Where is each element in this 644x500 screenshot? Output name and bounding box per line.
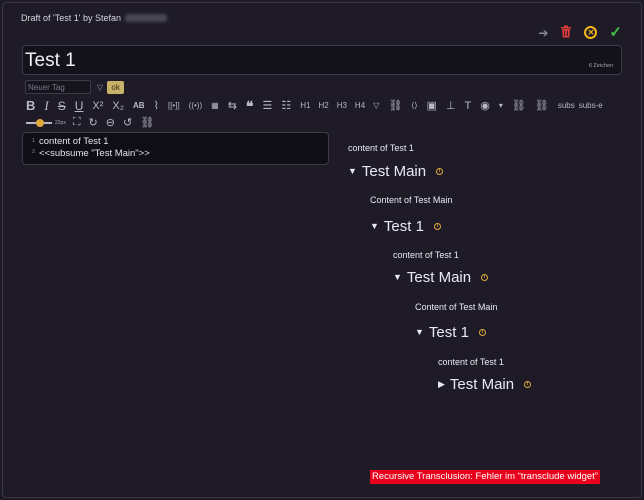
heading-label: Test Main	[406, 269, 472, 286]
preview-heading: ▼ Test 1 i	[370, 218, 441, 235]
link-chain-icon[interactable]: ⛓	[535, 99, 549, 113]
preview-heading: ▶ Test Main i	[438, 376, 532, 393]
editor-line[interactable]: content of Test 1	[39, 136, 150, 148]
size-slider[interactable]	[26, 118, 52, 128]
preview-text: content of Test 1	[348, 143, 414, 153]
heading-label: Test 1	[383, 218, 424, 235]
undo-icon[interactable]: ↺	[123, 116, 132, 129]
line-number-gutter: 1 2	[23, 136, 35, 158]
italic-button[interactable]: I	[44, 99, 48, 113]
eye-icon[interactable]: ◉	[480, 99, 490, 113]
table-icon[interactable]: ▦	[211, 99, 219, 113]
superscript-button[interactable]: X²	[92, 99, 103, 113]
code-icon[interactable]: ⟨⟩	[411, 99, 417, 113]
editor-toolbar: B I S U X² X₂ AB ⌇ [[•]] ((•)) ▦ ⇆ ❝ ☰ ☷…	[26, 99, 626, 114]
slider-knob[interactable]	[36, 118, 44, 127]
tag-ok-button[interactable]: ok	[107, 80, 125, 94]
link-chain-icon[interactable]: ⛓	[512, 99, 526, 113]
new-tag-input[interactable]: Neuer Tag	[25, 80, 91, 94]
heading1-button[interactable]: H1	[300, 99, 310, 113]
chevron-down-icon[interactable]: ▽	[373, 99, 379, 113]
caret-down-icon[interactable]: ▼	[393, 272, 402, 282]
subs-button[interactable]: subs	[558, 99, 575, 113]
transclude-icon[interactable]: ((•))	[189, 99, 202, 113]
link-icon[interactable]: ⛓	[388, 99, 402, 113]
fullscreen-icon[interactable]: ⛶	[73, 116, 81, 129]
heading3-button[interactable]: H3	[337, 99, 347, 113]
redo-icon[interactable]: ↻	[89, 116, 98, 129]
brush-icon[interactable]: ⌇	[154, 99, 159, 113]
editor-content[interactable]: content of Test 1 <<subsume "Test Main">…	[39, 136, 150, 160]
heading-label: Test Main	[449, 376, 515, 393]
title-field[interactable]: Test 1 6 Zeichen	[22, 45, 622, 75]
info-icon[interactable]: i	[478, 329, 486, 336]
smallcaps-button[interactable]: AB	[133, 99, 145, 113]
indent-icon[interactable]: ⇆	[228, 99, 237, 113]
numbered-list-icon[interactable]: ☷	[281, 99, 291, 113]
link-brackets-icon[interactable]: [[•]]	[168, 99, 180, 113]
draft-header: Draft of 'Test 1' by Stefan	[21, 13, 167, 23]
caret-down-icon[interactable]: ▼	[348, 166, 357, 176]
draft-frame	[2, 2, 642, 498]
line-number: 2	[31, 149, 35, 155]
size-label: 22px	[55, 119, 66, 126]
checkmark-icon[interactable]: ✓	[609, 25, 622, 40]
info-icon[interactable]: i	[481, 274, 489, 281]
line-number: 1	[31, 138, 35, 144]
heading-label: Test 1	[428, 324, 469, 341]
cancel-icon[interactable]: ✕	[584, 26, 598, 39]
arrow-right-icon[interactable]: ➔	[538, 26, 548, 40]
bullet-list-icon[interactable]: ☰	[262, 99, 272, 113]
chevron-down-icon[interactable]: ▽	[97, 83, 103, 92]
editor-line[interactable]: <<subsume "Test Main">>	[39, 148, 150, 160]
redacted-name	[124, 14, 167, 22]
heading2-button[interactable]: H2	[318, 99, 328, 113]
caret-down-icon[interactable]: ▼	[415, 327, 424, 337]
preview-text: Content of Test Main	[370, 195, 453, 205]
image-icon[interactable]: ▣	[427, 99, 437, 113]
draft-label: Draft of 'Test 1' by Stefan	[21, 13, 121, 23]
zoom-out-icon[interactable]: ⊖	[106, 116, 115, 129]
subscript-button[interactable]: X₂	[112, 99, 124, 113]
editor-toolbar-secondary: 22px ⛶ ↻ ⊖ ↺ ⛓	[26, 116, 162, 129]
quote-icon[interactable]: ❝	[246, 99, 254, 113]
heading4-button[interactable]: H4	[355, 99, 365, 113]
bold-button[interactable]: B	[26, 99, 35, 113]
heading-label: Test Main	[361, 163, 427, 180]
preview-heading: ▼ Test Main i	[348, 163, 444, 180]
error-message: Recursive Transclusion: Fehler im “trans…	[370, 470, 600, 484]
info-icon[interactable]: i	[436, 168, 444, 175]
title-input-value[interactable]: Test 1	[25, 50, 76, 72]
preview-text: content of Test 1	[438, 357, 504, 367]
subs-e-button[interactable]: subs-e	[579, 99, 603, 113]
code-editor[interactable]: 1 2 content of Test 1 <<subsume "Test Ma…	[22, 132, 329, 165]
caret-right-icon[interactable]: ▶	[438, 379, 445, 389]
text-format-icon[interactable]: T	[465, 99, 472, 113]
stamp-icon[interactable]: ⊥	[446, 99, 456, 113]
strikethrough-button[interactable]: S	[58, 99, 66, 113]
preview-text: content of Test 1	[393, 250, 459, 260]
trash-icon[interactable]	[560, 25, 572, 40]
preview-heading: ▼ Test Main i	[393, 269, 489, 286]
underline-button[interactable]: U	[75, 99, 84, 113]
draft-actions: ➔ ✕ ✓	[538, 25, 622, 40]
link-chain-icon[interactable]: ⛓	[140, 116, 154, 129]
preview-text: Content of Test Main	[415, 302, 498, 312]
tag-row: Neuer Tag ▽ ok	[25, 80, 125, 94]
info-icon[interactable]: i	[524, 381, 532, 388]
chevron-down-icon[interactable]: ▾	[499, 99, 503, 113]
char-count: 6 Zeichen	[588, 63, 613, 69]
info-icon[interactable]: i	[433, 223, 441, 230]
caret-down-icon[interactable]: ▼	[370, 221, 379, 231]
preview-heading: ▼ Test 1 i	[415, 324, 486, 341]
